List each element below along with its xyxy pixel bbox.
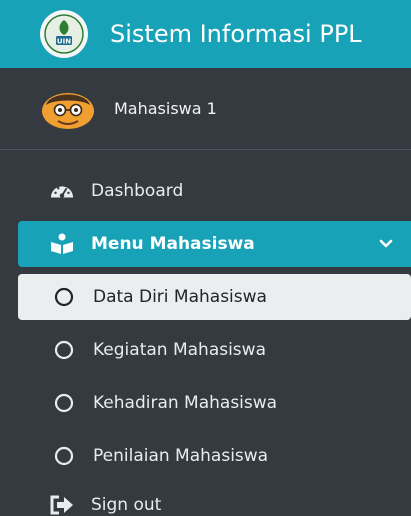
sidebar-item-label: Penilaian Mahasiswa [93, 446, 269, 466]
user-avatar [38, 87, 98, 131]
sidebar-item-label: Dashboard [91, 181, 184, 201]
sidebar-item-menu-mahasiswa[interactable]: Menu Mahasiswa [18, 221, 411, 267]
sidebar-item-label: Sign out [91, 495, 162, 515]
circle-outline-icon [52, 285, 76, 309]
brand-header[interactable]: UIN Sistem Informasi PPL [0, 0, 411, 68]
uin-logo: UIN [40, 10, 88, 58]
chevron-down-icon[interactable] [379, 237, 393, 251]
brand-title: Sistem Informasi PPL [110, 20, 362, 48]
sign-out-icon [50, 493, 74, 516]
sidebar-item-kegiatan[interactable]: Kegiatan Mahasiswa [18, 327, 411, 373]
sidebar-item-label: Kehadiran Mahasiswa [93, 393, 278, 413]
book-reader-icon [50, 232, 74, 256]
sidebar-item-sign-out[interactable]: Sign out [18, 482, 411, 516]
sidebar-item-dashboard[interactable]: Dashboard [18, 168, 411, 214]
sidebar-item-label: Kegiatan Mahasiswa [93, 340, 266, 360]
sidebar-item-kehadiran[interactable]: Kehadiran Mahasiswa [18, 380, 411, 426]
sidebar-item-data-diri[interactable]: Data Diri Mahasiswa [18, 274, 411, 320]
user-panel[interactable]: Mahasiswa 1 [0, 68, 411, 150]
sidebar-item-label: Menu Mahasiswa [91, 234, 255, 254]
sidebar-item-label: Data Diri Mahasiswa [93, 287, 267, 307]
circle-outline-icon [52, 444, 76, 468]
svg-text:UIN: UIN [57, 38, 71, 46]
tachometer-icon [50, 179, 74, 203]
user-name: Mahasiswa 1 [114, 99, 217, 118]
circle-outline-icon [52, 338, 76, 362]
sidebar: UIN Sistem Informasi PPL Mahasiswa 1 Das… [0, 0, 411, 516]
circle-outline-icon [52, 391, 76, 415]
sidebar-item-penilaian[interactable]: Penilaian Mahasiswa [18, 433, 411, 479]
